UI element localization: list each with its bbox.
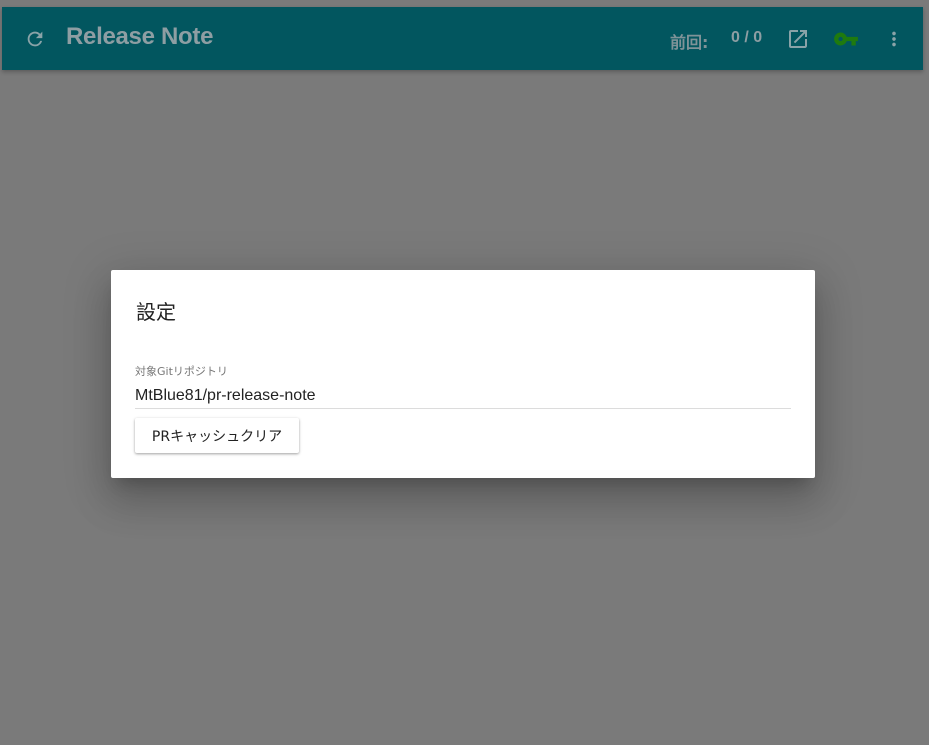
repo-input[interactable] — [135, 384, 791, 409]
clear-pr-cache-button[interactable]: PRキャッシュクリア — [135, 418, 299, 453]
app-title: Release Note — [66, 23, 214, 50]
previous-count: 0 / 0 — [731, 29, 763, 46]
token-key-button[interactable] — [831, 24, 861, 54]
key-icon — [834, 32, 858, 46]
app-frame: Release Note 前回: 0 / 0 設定 対象Gitリポジトリ PRキ… — [0, 0, 929, 745]
dialog-title: 設定 — [136, 300, 176, 324]
repo-field-label: 対象Gitリポジトリ — [135, 365, 228, 378]
open-external-button[interactable] — [783, 24, 813, 54]
more-vert-icon — [892, 31, 896, 47]
open-in-new-icon — [789, 30, 807, 48]
app-bar: Release Note 前回: 0 / 0 — [2, 7, 923, 70]
settings-dialog: 設定 対象Gitリポジトリ PRキャッシュクリア — [111, 270, 815, 478]
previous-label: 前回: — [670, 33, 709, 52]
more-menu-button[interactable] — [879, 24, 909, 54]
refresh-icon — [27, 31, 43, 47]
refresh-button[interactable] — [20, 24, 50, 54]
